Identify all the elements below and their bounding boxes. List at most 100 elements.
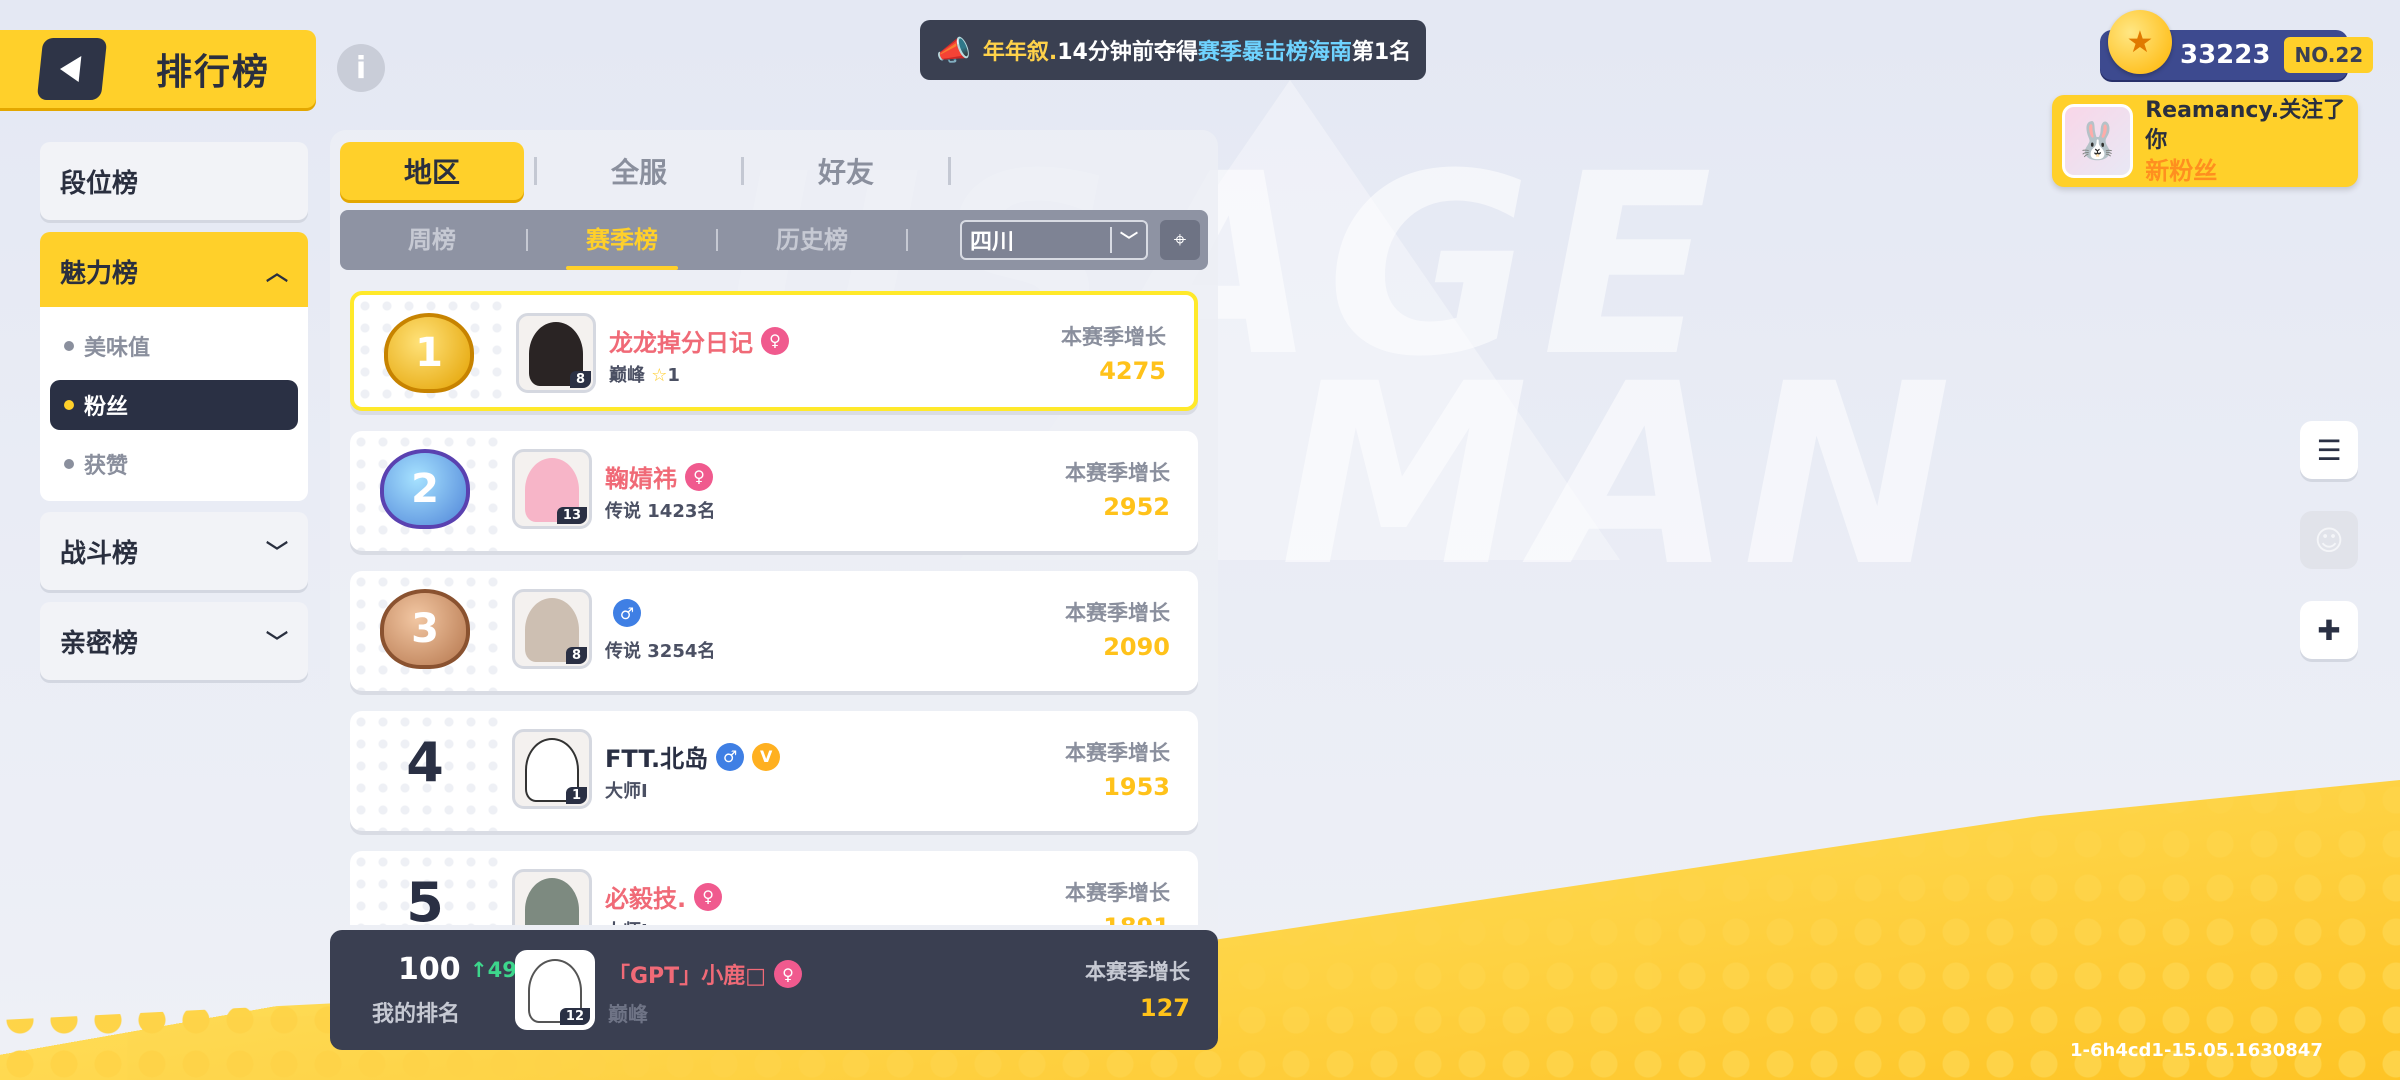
nav-item-battle[interactable]: 战斗榜 ﹀ <box>40 512 308 590</box>
back-arrow-icon <box>58 56 82 82</box>
level-badge: 8 <box>565 647 587 664</box>
back-button[interactable] <box>36 38 108 100</box>
tier-stars: 1 <box>667 365 680 386</box>
tab-server[interactable]: 全服 <box>547 142 731 200</box>
region-value: 四川 <box>970 230 1015 255</box>
divider <box>526 229 528 251</box>
chevron-up-icon: ︿ <box>265 261 288 286</box>
growth-label: 本赛季增长 <box>1065 881 1170 905</box>
nav-item-rank[interactable]: 段位榜 <box>40 142 308 220</box>
nav-label: 段位榜 <box>60 168 139 199</box>
avatar[interactable]: 1 <box>512 729 592 809</box>
player-name-text: 鞠婧祎 <box>605 465 677 493</box>
bg-logo-text: MAN <box>1280 330 1962 621</box>
growth-label: 本赛季增长 <box>1085 960 1190 984</box>
divider <box>741 157 744 185</box>
sub-item-fans[interactable]: 粉丝 <box>50 380 298 430</box>
my-tier: 巅峰 <box>608 1002 648 1026</box>
my-rank-bar[interactable]: 100 ↑4900 我的排名 12 「GPT」小鹿□♀ 巅峰 本赛季增长 127 <box>330 930 1218 1050</box>
notice-player: 年年叙. <box>982 40 1058 65</box>
avatar[interactable]: 8 <box>512 589 592 669</box>
add-friend-icon[interactable]: ✚ <box>2300 601 2358 659</box>
region-select[interactable]: 四川 ﹀ <box>960 220 1148 260</box>
avatar[interactable]: 8 <box>516 313 596 393</box>
player-name: 必毅技. ♀ <box>605 879 723 914</box>
player-tier: 大师I <box>605 781 648 802</box>
female-icon: ♀ <box>773 960 802 988</box>
male-icon: ♂ <box>716 742 745 771</box>
tab-friends[interactable]: 好友 <box>754 142 938 200</box>
avatar[interactable] <box>512 869 592 925</box>
growth-value: 2952 <box>1103 493 1170 521</box>
bullet-icon <box>64 341 74 351</box>
page-title: 排行榜 <box>156 52 271 93</box>
score-value: 33223 <box>2180 40 2271 70</box>
growth-label: 本赛季增长 <box>1065 601 1170 625</box>
nav-item-intimacy[interactable]: 亲密榜 ﹀ <box>40 602 308 680</box>
player-name-text: FTT.北岛 <box>605 745 709 773</box>
subtab-weekly[interactable]: 周榜 <box>366 210 498 270</box>
horn-icon: 📣 <box>936 33 971 67</box>
nav-label: 魅力榜 <box>60 258 139 289</box>
tab-region[interactable]: 地区 <box>340 142 524 200</box>
notice-place: 第1名 <box>1351 40 1412 65</box>
player-tier: 大师I <box>605 917 648 925</box>
growth-value: 4275 <box>1099 357 1166 385</box>
star-icon: ★ <box>2108 10 2172 74</box>
chevron-down-icon: ﹀ <box>265 631 288 656</box>
level-badge: 1 <box>565 787 587 804</box>
growth-label: 本赛季增长 <box>1061 325 1166 349</box>
player-name-text: 必毅技. <box>605 885 687 913</box>
male-icon: ♂ <box>613 599 641 627</box>
verified-icon: V <box>752 742 781 771</box>
chevron-down-icon: ﹀ <box>265 541 288 566</box>
avatar[interactable]: 13 <box>512 449 592 529</box>
player-tier: 巅峰 ☆1 <box>609 361 680 387</box>
level-badge: 12 <box>559 1008 590 1025</box>
my-name: 「GPT」小鹿□ ♀ <box>608 958 802 990</box>
nav-label: 战斗榜 <box>60 538 139 569</box>
nav-item-charm[interactable]: 魅力榜 ︿ <box>40 232 308 310</box>
period-tabs: 周榜 赛季榜 历史榜 四川 ﹀ ⌖ <box>340 210 1208 270</box>
subtab-history[interactable]: 历史榜 <box>746 210 878 270</box>
notes-icon[interactable]: ☰ <box>2300 421 2358 479</box>
row-bg <box>500 571 1198 691</box>
growth-value: 1953 <box>1103 773 1170 801</box>
player-name-text: 龙龙掉分日记 <box>609 329 753 357</box>
sub-item-label: 美味值 <box>84 336 151 361</box>
charm-submenu: 美味值 粉丝 获赞 <box>40 307 308 501</box>
player-name: 鞠婧祎 ♀ <box>605 459 713 494</box>
divider <box>716 229 718 251</box>
arrow-up-icon: ↑ <box>470 958 488 982</box>
avatar[interactable]: 12 <box>515 950 595 1030</box>
chat-icon[interactable]: ☺ <box>2300 511 2358 569</box>
player-tier: 传说 3254名 <box>605 641 716 662</box>
level-badge: 8 <box>569 371 591 388</box>
sub-item-label: 获赞 <box>84 454 129 479</box>
divider <box>948 157 951 185</box>
table-row[interactable]: 1 8 龙龙掉分日记 ♀ 巅峰 ☆1 本赛季增长 4275 <box>350 291 1198 411</box>
info-button[interactable]: i <box>337 44 385 92</box>
sub-item-likes[interactable]: 获赞 <box>50 439 298 489</box>
table-row[interactable]: 4 1 FTT.北岛 ♂ V 大师I 本赛季增长 1953 <box>350 711 1198 831</box>
bullet-icon <box>64 459 74 469</box>
gold-medal-icon: 1 <box>384 313 474 393</box>
subtab-season[interactable]: 赛季榜 <box>556 210 688 270</box>
notice-board: 赛季暴击榜海南 <box>1197 40 1352 65</box>
growth-label: 本赛季增长 <box>1065 741 1170 765</box>
growth-value: 1891 <box>1103 913 1170 925</box>
table-row[interactable]: 3 8 ♂ 传说 3254名 本赛季增长 2090 <box>350 571 1198 691</box>
location-pin-icon[interactable]: ⌖ <box>1160 220 1200 260</box>
growth-value: 2090 <box>1103 633 1170 661</box>
toast-line1: Reamancy.关注了你 <box>2145 98 2346 153</box>
table-row[interactable]: 2 13 鞠婧祎 ♀ 传说 1423名 本赛季增长 2952 <box>350 431 1198 551</box>
growth-label: 本赛季增长 <box>1065 461 1170 485</box>
sub-item-taste[interactable]: 美味值 <box>50 321 298 371</box>
my-rank-label: 我的排名 <box>372 1002 461 1027</box>
player-name: ♂ <box>605 599 641 627</box>
female-icon: ♀ <box>761 326 789 355</box>
my-name-text: 「GPT」小鹿□ <box>608 964 766 989</box>
leaderboard-list[interactable]: 1 8 龙龙掉分日记 ♀ 巅峰 ☆1 本赛季增长 4275 2 13 鞠婧祎 ♀ 传… <box>340 285 1208 925</box>
new-fan-toast[interactable]: 🐰 Reamancy.关注了你 新粉丝 <box>2052 95 2358 187</box>
table-row[interactable]: 5 必毅技.♀ 大师I 本赛季增长 1891 <box>350 851 1198 925</box>
